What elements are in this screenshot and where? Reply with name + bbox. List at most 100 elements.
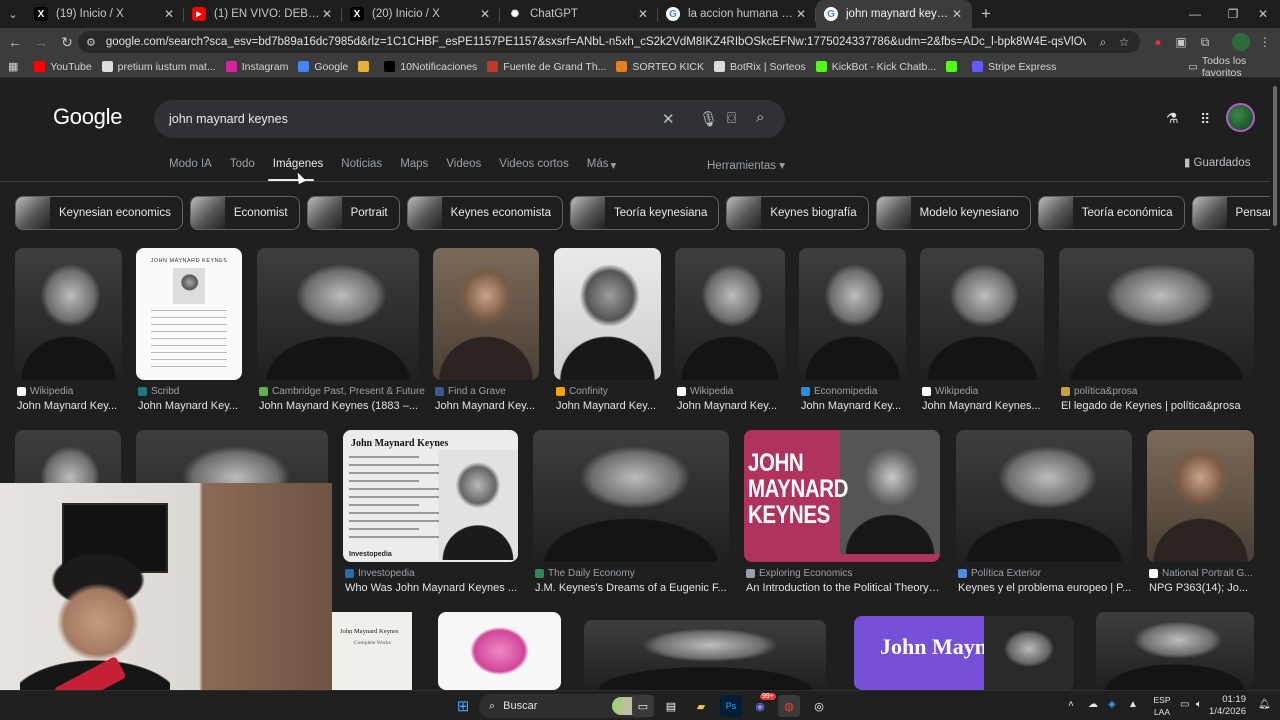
related-search-chip[interactable]: Economist — [189, 196, 300, 230]
image-result[interactable]: Economipedia John Maynard Key... — [799, 248, 906, 418]
browser-tab[interactable]: ✺ ChatGPT ✕ — [500, 0, 658, 28]
bookmark-item[interactable] — [358, 61, 374, 72]
bookmark-item[interactable] — [946, 61, 962, 72]
search-box[interactable]: john maynard keynes — [154, 100, 785, 138]
site-info-icon[interactable]: ⚙ — [86, 36, 96, 49]
image-result[interactable]: JOHN MAYNARD KEYNES Scribd John Maynard Ke… — [136, 248, 242, 418]
bookmark-item[interactable]: SORTEO KICK — [616, 61, 704, 73]
extensions-puzzle-icon[interactable]: ⧉ — [1196, 33, 1214, 51]
result-caption[interactable]: John Maynard Key... — [17, 400, 122, 412]
tools-button[interactable]: Herramientas ▾ — [707, 158, 785, 172]
search-query[interactable]: john maynard keynes — [169, 112, 288, 126]
tray-nvidia-icon[interactable]: ▲ — [1128, 699, 1138, 710]
image-result[interactable]: John Maynard — [854, 616, 1074, 690]
related-search-chip[interactable]: Keynes biografía — [726, 196, 869, 230]
tab-maps[interactable]: Maps — [400, 158, 428, 172]
related-search-chip[interactable]: Portrait — [306, 196, 400, 230]
labs-flask-icon[interactable]: ⚗ — [1166, 110, 1179, 127]
image-result[interactable]: Política Exterior Keynes y el problema eu… — [956, 430, 1132, 602]
network-icon[interactable]: ▭ — [1180, 699, 1189, 710]
tab-search-icon[interactable]: ⌄ — [0, 0, 26, 28]
microphone-icon[interactable]: 🎙︎ — [699, 110, 718, 128]
image-result[interactable] — [584, 620, 826, 690]
image-result[interactable]: John Maynard Keynes Investopedia Investope… — [343, 430, 518, 602]
tray-chevron-icon[interactable]: ˄ — [1068, 699, 1074, 710]
saved-button[interactable]: ▮ Guardados — [1184, 155, 1250, 169]
google-logo[interactable]: Google — [53, 104, 122, 130]
related-search-chip[interactable]: Teoría económica — [1037, 196, 1185, 230]
image-result[interactable]: Cambridge Past, Present & Future John May… — [257, 248, 425, 418]
result-caption[interactable]: Who Was John Maynard Keynes ... — [345, 582, 518, 594]
tab-videos[interactable]: Videos — [446, 158, 481, 172]
result-caption[interactable]: NPG P363(14); Jo... — [1149, 582, 1254, 594]
bookmark-item[interactable]: KickBot - Kick Chatb... — [815, 61, 936, 73]
result-caption[interactable]: John Maynard Key... — [435, 400, 539, 412]
image-result[interactable]: John Maynard Keynes Complete Works — [332, 612, 412, 690]
tray-defender-icon[interactable]: ◈ — [1108, 699, 1116, 710]
tab-close-icon[interactable]: ✕ — [478, 7, 492, 21]
result-caption[interactable]: J.M. Keynes's Dreams of a Eugenic F... — [535, 582, 729, 594]
browser-tab[interactable]: X (19) Inicio / X ✕ — [26, 0, 184, 28]
bookmark-item[interactable]: Instagram — [225, 61, 288, 73]
result-caption[interactable]: John Maynard Key... — [138, 400, 242, 412]
back-icon[interactable]: ← — [2, 29, 28, 55]
related-search-chip[interactable]: Modelo keynesiano — [875, 196, 1031, 230]
taskbar-search[interactable]: ⌕ Buscar — [479, 694, 654, 718]
bookmark-item[interactable]: Fuente de Grand Th... — [487, 61, 606, 73]
bookmark-star-icon[interactable]: ☆ — [1115, 33, 1133, 51]
result-caption[interactable]: John Maynard Key... — [677, 400, 785, 412]
image-result[interactable]: JOHN MAYNARD KEYNES Exploring Economics An… — [744, 430, 940, 602]
tab-close-icon[interactable]: ✕ — [162, 7, 176, 21]
menu-kebab-icon[interactable]: ⋮ — [1256, 33, 1274, 51]
tab-más[interactable]: Más — [587, 158, 609, 172]
bookmark-item[interactable]: YouTube — [34, 61, 92, 73]
image-result[interactable]: Confinity John Maynard Key... — [554, 248, 661, 418]
related-search-chip[interactable]: Keynesian economics — [15, 196, 183, 230]
result-caption[interactable]: El legado de Keynes | política&prosa — [1061, 400, 1254, 412]
result-caption[interactable]: John Maynard Key... — [801, 400, 906, 412]
image-result[interactable]: Wikipedia John Maynard Keynes... — [920, 248, 1044, 418]
image-result[interactable]: The Daily Economy J.M. Keynes's Dreams of… — [533, 430, 729, 602]
result-caption[interactable]: John Maynard Keynes (1883 –... — [259, 400, 419, 412]
language-indicator[interactable]: ESP LAA — [1150, 694, 1174, 718]
bookmark-item[interactable]: Google — [298, 61, 348, 73]
image-result[interactable]: Find a Grave John Maynard Key... — [433, 248, 539, 418]
image-result[interactable] — [1096, 612, 1254, 690]
result-caption[interactable]: An Introduction to the Political Theory … — [746, 582, 940, 594]
clock[interactable]: 01:19 1/4/2026 — [1196, 694, 1246, 718]
bookmark-item[interactable]: pretium iustum mat... — [101, 61, 216, 73]
image-result[interactable]: Wikipedia John Maynard Key... — [15, 248, 122, 418]
photoshop-icon[interactable]: Ps — [720, 695, 742, 717]
close-window-icon[interactable]: ✕ — [1246, 0, 1280, 28]
app-icon-2[interactable]: ◎ — [808, 695, 830, 717]
tab-close-icon[interactable]: ✕ — [320, 7, 334, 21]
result-caption[interactable]: Keynes y el problema europeo | P... — [958, 582, 1132, 594]
tab-imágenes[interactable]: Imágenes — [273, 158, 324, 172]
tab-videos-cortos[interactable]: Videos cortos — [499, 158, 568, 172]
zoom-icon[interactable]: ⌕ — [1094, 33, 1112, 51]
bookmark-item[interactable]: Stripe Express — [972, 61, 1056, 73]
lens-icon[interactable]: ⌼ — [727, 110, 736, 127]
tab-close-icon[interactable]: ✕ — [636, 7, 650, 21]
tab-close-icon[interactable]: ✕ — [950, 7, 964, 21]
bookmark-item[interactable]: 10Notificaciones — [384, 61, 477, 73]
related-search-chip[interactable]: Teoría keynesiana — [570, 196, 720, 230]
image-result[interactable] — [438, 612, 561, 690]
all-bookmarks[interactable]: ▭ Todos los favoritos — [1188, 55, 1280, 79]
apps-grid-icon[interactable]: ▦ — [8, 60, 18, 73]
account-avatar[interactable] — [1226, 103, 1255, 132]
google-apps-icon[interactable]: ⠿ — [1200, 111, 1210, 128]
related-search-chip[interactable]: Keynes economista — [406, 196, 564, 230]
related-search-chip[interactable]: Pensamiento ec — [1191, 196, 1270, 230]
result-caption[interactable]: John Maynard Keynes... — [922, 400, 1044, 412]
address-bar[interactable]: ⚙ google.com/search?sca_esv=bd7b89a16dc7… — [78, 31, 1140, 53]
clear-icon[interactable]: ✕ — [662, 110, 675, 128]
profile-avatar-icon[interactable] — [1232, 33, 1250, 51]
extension-red-icon[interactable]: ● — [1149, 33, 1167, 51]
tab-modo-ia[interactable]: Modo IA — [169, 158, 212, 172]
image-result[interactable]: National Portrait G... NPG P363(14); Jo..… — [1147, 430, 1254, 602]
tray-app-icon[interactable]: ☁ — [1088, 699, 1098, 710]
extension-icon[interactable]: ▣ — [1172, 33, 1190, 51]
windows-start-icon[interactable]: ⊞ — [452, 695, 474, 717]
result-caption[interactable]: John Maynard Key... — [556, 400, 661, 412]
